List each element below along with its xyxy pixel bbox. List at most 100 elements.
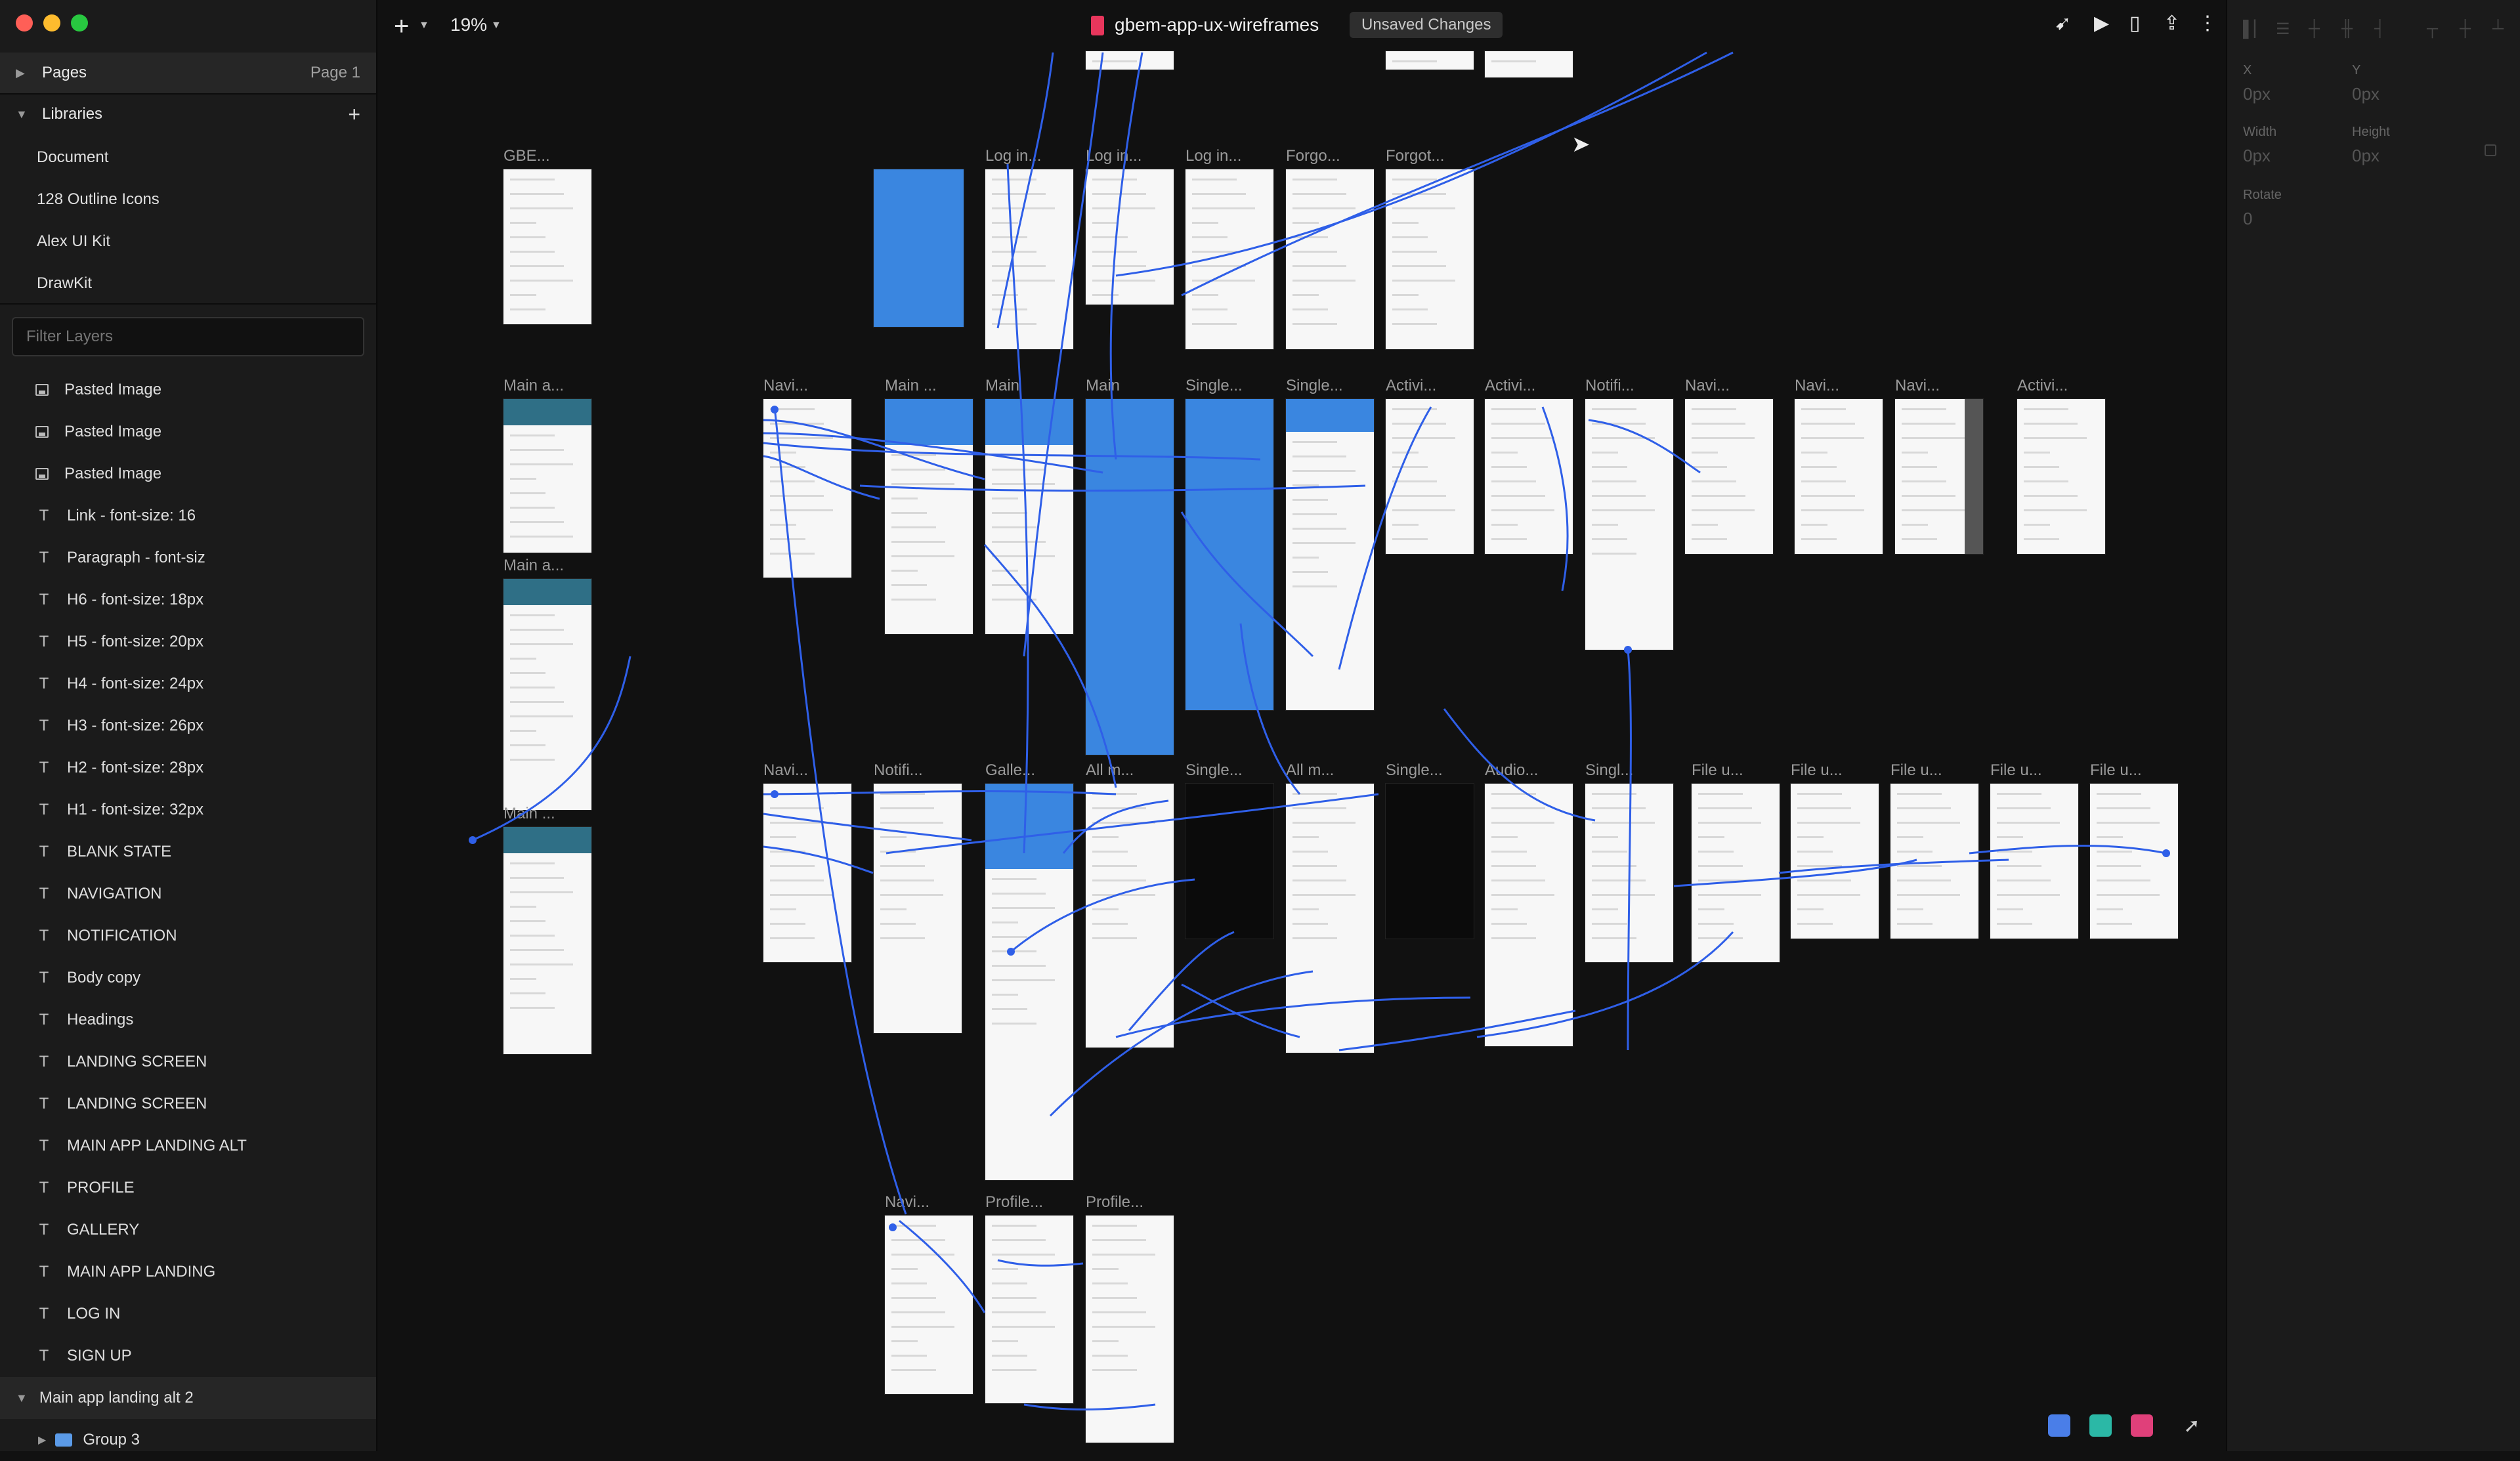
minimize-window-button[interactable] <box>43 14 60 32</box>
artboard-label[interactable]: Notifi... <box>874 761 923 780</box>
library-item-document[interactable]: Document <box>37 148 108 167</box>
artboard-label[interactable]: Navi... <box>763 377 808 395</box>
artboard-label[interactable]: Activi... <box>1386 377 1436 395</box>
layer-row[interactable]: T SIGN UP <box>0 1335 376 1377</box>
layer-row[interactable]: T LOG IN <box>0 1293 376 1335</box>
lock-ratio-icon[interactable] <box>2485 144 2496 156</box>
artboard-label[interactable]: Navi... <box>1795 377 1839 395</box>
layer-row[interactable]: T Headings <box>0 999 376 1041</box>
artboard-label[interactable]: Activi... <box>1485 377 1535 395</box>
rocket-icon[interactable]: ➚ <box>2181 1414 2203 1437</box>
pages-section-header[interactable]: ▶ Pages Page 1 <box>0 53 376 93</box>
artboard-label[interactable]: Single... <box>1185 761 1243 780</box>
artboard-label[interactable]: Main a... <box>503 557 564 575</box>
x-field[interactable]: 0px <box>2243 84 2271 104</box>
artboard[interactable] <box>1185 399 1273 710</box>
artboard[interactable] <box>1286 169 1374 349</box>
library-item-drawkit[interactable]: DrawKit <box>37 274 92 293</box>
artboard-label[interactable]: File u... <box>1791 761 1843 780</box>
artboard[interactable] <box>1185 784 1273 939</box>
artboard-label[interactable]: Main <box>985 377 1019 395</box>
insert-plus-icon[interactable]: + <box>394 12 409 41</box>
artboard[interactable] <box>874 169 964 327</box>
artboard[interactable] <box>1386 399 1474 554</box>
artboard-label[interactable]: Forgot... <box>1386 147 1444 165</box>
artboard-label[interactable]: Main <box>1086 377 1120 395</box>
play-preview-icon[interactable]: ▶ <box>2094 12 2109 35</box>
artboard-label[interactable]: Singl... <box>1585 761 1633 780</box>
artboard[interactable] <box>1086 169 1174 305</box>
layer-row[interactable]: T H5 - font-size: 20px <box>0 621 376 663</box>
current-page-label[interactable]: Page 1 <box>310 64 360 82</box>
artboard-label[interactable]: Log in... <box>985 147 1041 165</box>
cloud-icon[interactable] <box>2089 1414 2112 1437</box>
layer-row[interactable]: T LANDING SCREEN <box>0 1041 376 1083</box>
close-window-button[interactable] <box>16 14 33 32</box>
artboard-label[interactable]: Navi... <box>1685 377 1730 395</box>
artboard[interactable] <box>1386 784 1474 939</box>
artboard[interactable] <box>1890 784 1978 939</box>
artboard-label[interactable]: Profile... <box>1086 1193 1143 1212</box>
artboard[interactable] <box>1791 784 1879 939</box>
artboard[interactable] <box>763 784 851 962</box>
artboard-label[interactable]: Main a... <box>503 377 564 395</box>
layer-row[interactable]: T H1 - font-size: 32px <box>0 789 376 831</box>
artboard-label[interactable]: File u... <box>2090 761 2142 780</box>
width-field[interactable]: 0px <box>2243 146 2271 166</box>
layer-row[interactable]: T Link - font-size: 16 <box>0 495 376 537</box>
layer-row[interactable]: T PROFILE <box>0 1167 376 1209</box>
align-bottom-icon[interactable]: ┼ <box>2460 20 2482 37</box>
add-library-button[interactable]: + <box>348 102 360 127</box>
rotate-field[interactable]: 0 <box>2243 209 2252 229</box>
chevron-down-icon[interactable]: ▼ <box>491 20 502 32</box>
artboard[interactable] <box>763 399 851 578</box>
artboard[interactable] <box>1485 51 1573 77</box>
artboard-label[interactable]: Notifi... <box>1585 377 1634 395</box>
artboard[interactable] <box>1692 784 1780 962</box>
layer-row[interactable]: T LANDING SCREEN <box>0 1083 376 1125</box>
artboard-label[interactable]: Forgo... <box>1286 147 1340 165</box>
more-options-icon[interactable]: ⋮ <box>2198 12 2217 35</box>
layer-row[interactable]: T H3 - font-size: 26px <box>0 705 376 747</box>
artboard[interactable] <box>885 399 973 634</box>
layer-row[interactable]: T MAIN APP LANDING ALT <box>0 1125 376 1167</box>
artboard[interactable] <box>2090 784 2178 939</box>
artboard-label[interactable]: GBE... <box>503 147 550 165</box>
artboard[interactable] <box>1086 399 1174 755</box>
artboard-label[interactable]: Navi... <box>885 1193 929 1212</box>
artboard[interactable] <box>503 827 591 1054</box>
layer-row[interactable]: Pasted Image <box>0 369 376 411</box>
y-field[interactable]: 0px <box>2352 84 2380 104</box>
artboard-label[interactable]: Log in... <box>1185 147 1241 165</box>
artboard[interactable] <box>1485 784 1573 1046</box>
align-right-icon[interactable]: ┼ <box>2309 20 2331 37</box>
prototype-hotspot-icon[interactable]: ➹ <box>2055 12 2071 35</box>
artboard[interactable] <box>1795 399 1883 554</box>
layer-group-selected[interactable]: ▼ Main app landing alt 2 <box>0 1377 376 1419</box>
layer-row[interactable]: T H2 - font-size: 28px <box>0 747 376 789</box>
artboard[interactable] <box>1895 399 1983 554</box>
artboard[interactable] <box>1485 399 1573 554</box>
artboard-label[interactable]: File u... <box>1692 761 1743 780</box>
distribute-horizontal-icon[interactable]: ╫ <box>2341 20 2364 37</box>
library-item-outline-icons[interactable]: 128 Outline Icons <box>37 190 160 209</box>
artboard[interactable] <box>885 1216 973 1394</box>
plugins-grid-icon[interactable] <box>2131 1414 2153 1437</box>
layer-row[interactable]: T MAIN APP LANDING <box>0 1251 376 1293</box>
artboard[interactable] <box>1286 784 1374 1053</box>
layer-group-child[interactable]: ▶ Group 3 <box>0 1419 376 1461</box>
align-left-icon[interactable]: ▌▏ <box>2243 20 2266 38</box>
mirror-device-icon[interactable]: ▯ <box>2129 12 2141 35</box>
artboard-label[interactable]: Main ... <box>503 805 555 823</box>
artboard-label[interactable]: Audio... <box>1485 761 1538 780</box>
layer-row[interactable]: Pasted Image <box>0 411 376 453</box>
artboard[interactable] <box>1185 169 1273 349</box>
library-item-alex-ui-kit[interactable]: Alex UI Kit <box>37 232 110 251</box>
artboard[interactable] <box>1386 169 1474 349</box>
layer-row[interactable]: T H6 - font-size: 18px <box>0 579 376 621</box>
artboard-label[interactable]: Navi... <box>763 761 808 780</box>
align-top-icon[interactable]: ┤ <box>2374 20 2397 37</box>
artboard[interactable] <box>503 579 591 810</box>
layer-row[interactable]: Pasted Image <box>0 453 376 495</box>
align-center-horizontal-icon[interactable]: ☰ <box>2276 20 2298 38</box>
